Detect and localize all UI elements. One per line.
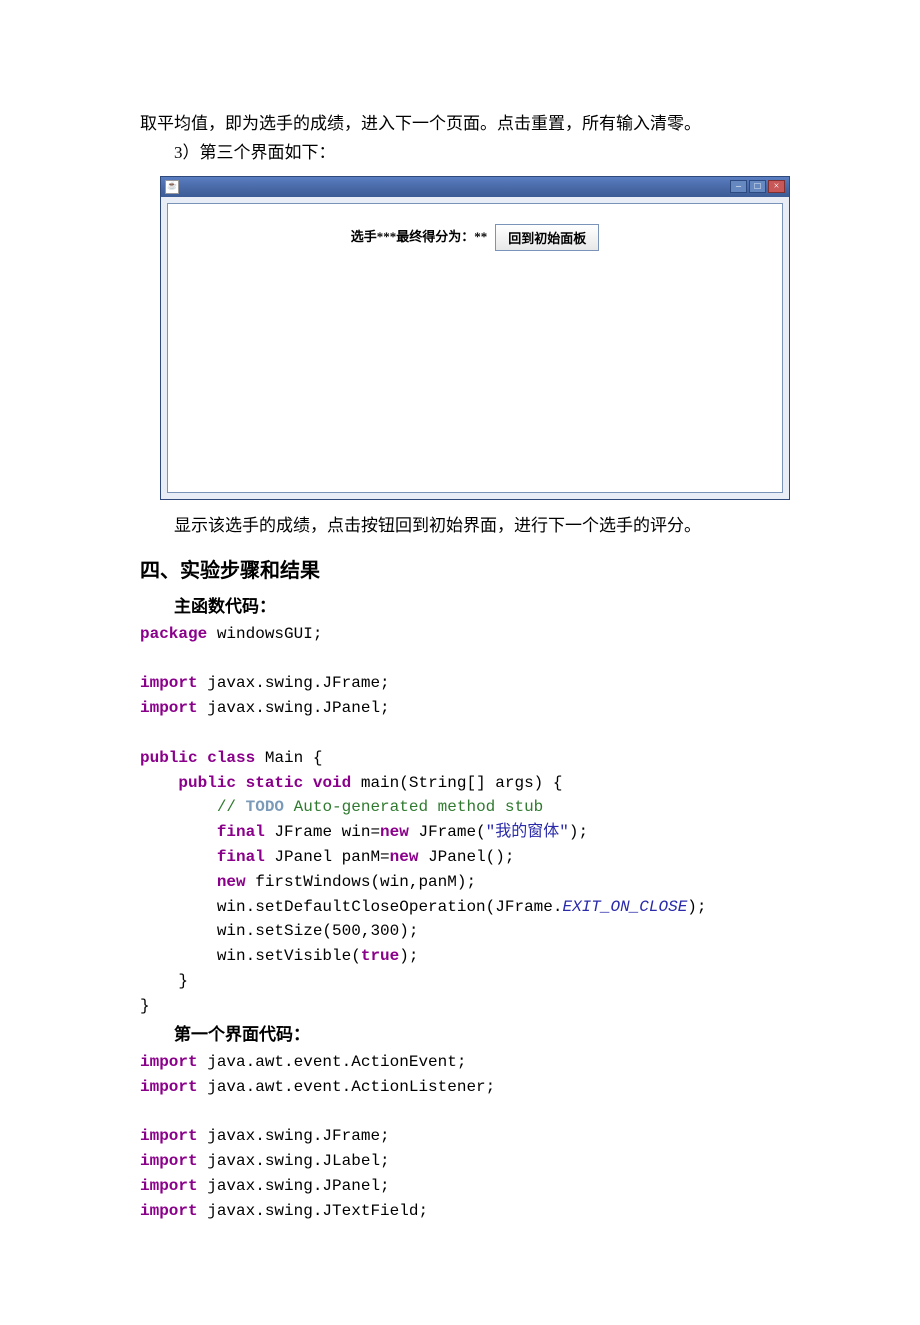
code-text: javax.swing.JLabel; (198, 1152, 390, 1170)
code-text: javax.swing.JTextField; (198, 1202, 428, 1220)
code-text: windowsGUI; (207, 625, 322, 643)
kw-class: class (207, 749, 255, 767)
titlebar: ☕ – □ × (161, 177, 789, 197)
todo-tag: TODO (246, 798, 284, 816)
titlebar-buttons: – □ × (730, 180, 785, 193)
code-text: ); (399, 947, 418, 965)
code-text: } (140, 972, 188, 990)
back-to-start-button[interactable]: 回到初始面板 (495, 224, 599, 251)
code-text: java.awt.event.ActionEvent; (198, 1053, 467, 1071)
kw-import: import (140, 1152, 198, 1170)
code-text: ); (569, 823, 588, 841)
minimize-icon[interactable]: – (730, 180, 747, 193)
code-text: } (140, 997, 150, 1015)
code-block-1: package windowsGUI; import javax.swing.J… (140, 622, 785, 1019)
code-text: win.setSize(500,300); (217, 922, 419, 940)
code-text: win.setVisible( (217, 947, 361, 965)
code-block-2: import java.awt.event.ActionEvent; impor… (140, 1050, 785, 1224)
code-text: javax.swing.JFrame; (198, 1127, 390, 1145)
kw-import: import (140, 699, 198, 717)
code-text: JPanel(); (418, 848, 514, 866)
kw-package: package (140, 625, 207, 643)
kw-true: true (361, 947, 399, 965)
subheading-first-ui-code: 第一个界面代码： (174, 1021, 785, 1048)
swing-window-screenshot: ☕ – □ × 选手***最终得分为：** 回到初始面板 (160, 176, 790, 500)
code-text: firstWindows(win,panM); (246, 873, 476, 891)
code-text: JFrame win= (265, 823, 380, 841)
caption-line: 显示该选手的成绩，点击按钮回到初始界面，进行下一个选手的评分。 (140, 512, 785, 541)
kw-import: import (140, 674, 198, 692)
kw-final: final (217, 848, 265, 866)
kw-void: void (313, 774, 351, 792)
code-text: JFrame( (409, 823, 486, 841)
kw-public: public (140, 749, 198, 767)
subheading-main-code: 主函数代码： (174, 593, 785, 620)
code-text: Main { (255, 749, 322, 767)
score-label: 选手***最终得分为：** (351, 227, 488, 248)
string-literal: "我的窗体" (486, 823, 569, 841)
score-row: 选手***最终得分为：** 回到初始面板 (351, 224, 600, 252)
kw-new: new (380, 823, 409, 841)
kw-public: public (178, 774, 236, 792)
kw-import: import (140, 1177, 198, 1195)
comment: // TODO Auto-generated method stub (217, 798, 543, 816)
code-text: JPanel panM= (265, 848, 390, 866)
intro-line-2: 3）第三个界面如下： (140, 139, 785, 168)
titlebar-left: ☕ (165, 180, 179, 194)
java-icon: ☕ (165, 180, 179, 194)
window-body: 选手***最终得分为：** 回到初始面板 (167, 203, 783, 493)
close-icon[interactable]: × (768, 180, 785, 193)
kw-static: static (246, 774, 304, 792)
section-heading: 四、实验步骤和结果 (140, 555, 785, 587)
document-page: 取平均值，即为选手的成绩，进入下一个页面。点击重置，所有输入清零。 3）第三个界… (0, 0, 920, 1325)
code-text: javax.swing.JPanel; (198, 1177, 390, 1195)
code-text: java.awt.event.ActionListener; (198, 1078, 496, 1096)
kw-import: import (140, 1053, 198, 1071)
kw-import: import (140, 1127, 198, 1145)
kw-final: final (217, 823, 265, 841)
kw-import: import (140, 1202, 198, 1220)
code-text: main(String[] args) { (351, 774, 562, 792)
kw-import: import (140, 1078, 198, 1096)
code-text: win.setDefaultCloseOperation(JFrame. (217, 898, 563, 916)
code-text: javax.swing.JPanel; (198, 699, 390, 717)
kw-new: new (390, 848, 419, 866)
intro-line-1: 取平均值，即为选手的成绩，进入下一个页面。点击重置，所有输入清零。 (140, 110, 785, 139)
maximize-icon[interactable]: □ (749, 180, 766, 193)
code-text: ); (687, 898, 706, 916)
constant: EXIT_ON_CLOSE (562, 898, 687, 916)
kw-new: new (217, 873, 246, 891)
code-text: javax.swing.JFrame; (198, 674, 390, 692)
